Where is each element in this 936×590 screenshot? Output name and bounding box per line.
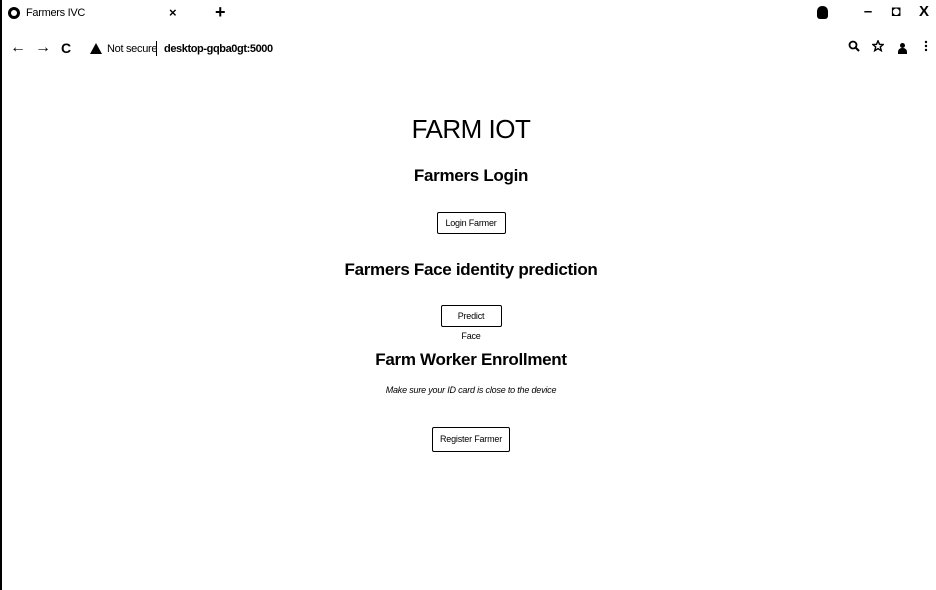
reload-button[interactable]: C — [61, 39, 71, 57]
new-tab-button[interactable]: + — [215, 3, 226, 21]
warning-icon[interactable] — [90, 43, 102, 54]
register-farmer-button[interactable]: Register Farmer — [432, 427, 510, 452]
tab-close-button[interactable]: × — [169, 4, 177, 22]
browser-window: Farmers IVC × + – ◘ X ← → C Not secure d… — [0, 0, 936, 590]
close-window-button[interactable]: X — [910, 3, 936, 21]
favicon-icon — [8, 7, 20, 19]
maximize-button[interactable]: ◘ — [882, 3, 910, 21]
enroll-note: Make sure your ID card is close to the d… — [385, 385, 557, 395]
star-icon[interactable] — [868, 39, 888, 56]
login-farmer-button[interactable]: Login Farmer — [436, 212, 506, 234]
browser-tab[interactable]: Farmers IVC × — [8, 4, 208, 22]
enroll-heading: Farm Worker Enrollment — [375, 350, 567, 369]
minimize-button[interactable]: – — [854, 3, 882, 21]
predict-heading: Farmers Face identity prediction — [344, 260, 598, 279]
address-bar-actions — [840, 39, 936, 56]
person-icon[interactable] — [897, 43, 907, 54]
profile-icon[interactable] — [817, 5, 828, 19]
title-bar: Farmers IVC × + – ◘ X — [4, 0, 936, 24]
window-controls: – ◘ X — [817, 2, 936, 22]
login-heading: Farmers Login — [413, 166, 529, 185]
predict-button-row: Predict Face — [4, 305, 936, 341]
predict-face-button[interactable]: Predict Face — [440, 305, 502, 341]
url-field[interactable]: desktop-gqba0gt:5000 — [164, 43, 273, 55]
login-button-row: Login Farmer — [4, 212, 936, 234]
register-button-row: Register Farmer — [4, 427, 936, 452]
security-label[interactable]: Not secure — [107, 43, 158, 55]
menu-icon[interactable] — [916, 40, 936, 56]
back-button[interactable]: ← — [10, 39, 26, 57]
zoom-icon[interactable] — [844, 40, 864, 56]
page-title: FARM IOT — [411, 114, 531, 144]
address-bar: ← → C Not secure desktop-gqba0gt:5000 — [4, 36, 936, 62]
page-content: FARM IOT Farmers Login Login Farmer Farm… — [4, 62, 936, 590]
forward-button[interactable]: → — [35, 39, 51, 57]
tab-title: Farmers IVC — [26, 7, 86, 19]
address-separator — [156, 41, 157, 56]
